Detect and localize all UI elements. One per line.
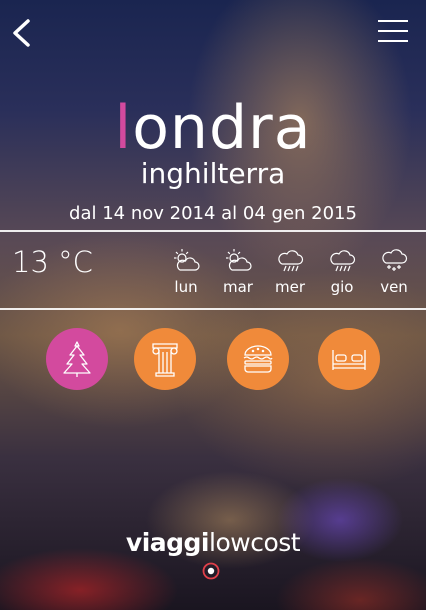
target-dot-icon	[202, 562, 220, 580]
chevron-left-icon	[13, 19, 30, 47]
rain-icon	[330, 250, 356, 272]
back-button[interactable]	[8, 16, 38, 50]
hamburger-menu-icon	[378, 20, 408, 22]
rain-icon	[278, 250, 304, 272]
city-initial: l	[114, 93, 133, 163]
bed-icon	[332, 350, 366, 370]
forecast-day-label: mar	[223, 278, 253, 296]
burger-icon	[243, 345, 273, 373]
snow-icon	[382, 249, 408, 271]
current-temperature: 13 °C	[12, 245, 93, 279]
forecast-day: mer	[264, 248, 316, 296]
city-name-rest: ondra	[132, 93, 312, 163]
forecast-day: mar	[212, 248, 264, 296]
weather-forecast: lun mar mer gio ven	[160, 248, 422, 300]
brand-logo: viaggilowcost	[0, 528, 426, 558]
brand-logo-light: lowcost	[209, 528, 301, 557]
forecast-day-label: mer	[274, 278, 305, 296]
city-title: londra	[0, 92, 426, 164]
partly-cloudy-icon	[226, 249, 252, 271]
brand-logo-bold: viaggi	[125, 528, 210, 557]
divider	[0, 308, 426, 310]
country-name: inghilterra	[140, 157, 286, 190]
christmas-tree-icon	[63, 341, 91, 377]
forecast-day: lun	[160, 248, 212, 296]
menu-button[interactable]	[378, 20, 408, 44]
column-icon	[152, 343, 178, 377]
accommodation-button[interactable]	[318, 328, 380, 390]
divider	[0, 230, 426, 232]
food-button[interactable]	[227, 328, 289, 390]
forecast-day: ven	[368, 248, 420, 296]
forecast-day: gio	[316, 248, 368, 296]
christmas-events-button[interactable]	[46, 328, 108, 390]
travel-dates: dal 14 nov 2014 al 04 gen 2015	[69, 203, 357, 224]
forecast-day-label: gio	[330, 278, 354, 296]
forecast-day-label: ven	[380, 278, 408, 296]
partly-cloudy-icon	[174, 249, 200, 271]
forecast-day-label: lun	[174, 278, 198, 296]
page-indicator[interactable]	[202, 562, 220, 580]
culture-button[interactable]	[134, 328, 196, 390]
